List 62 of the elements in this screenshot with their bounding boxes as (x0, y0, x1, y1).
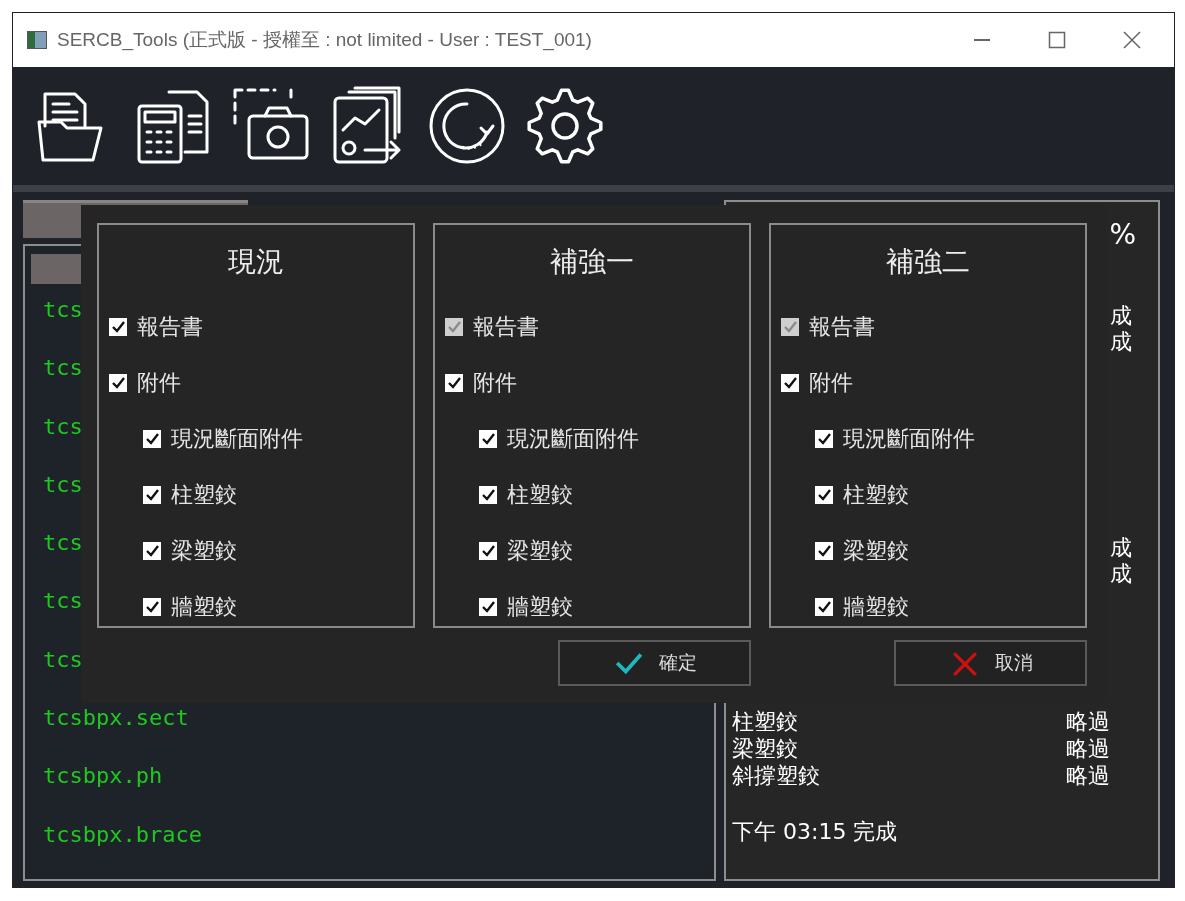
status-text: 略過 (1066, 762, 1110, 789)
log-label: 柱塑鉸 (732, 708, 798, 735)
checkbox-label: 柱塑鉸 (171, 481, 237, 509)
checkbox[interactable] (109, 374, 127, 392)
checkbox-label: 牆塑鉸 (171, 593, 237, 621)
status-text: 成 (1110, 329, 1132, 355)
checkbox-label: 牆塑鉸 (507, 593, 573, 621)
confirm-button[interactable]: 確定 (558, 640, 751, 686)
list-header (31, 254, 81, 284)
close-button[interactable] (1122, 30, 1142, 50)
group-title: 補強一 (549, 244, 635, 280)
checkbox-label: 梁塑鉸 (171, 537, 237, 565)
checkbox[interactable] (143, 598, 161, 616)
checkbox[interactable] (815, 430, 833, 448)
status-text: 成 (1110, 303, 1132, 329)
maximize-button[interactable] (1047, 30, 1067, 50)
checkbox[interactable] (815, 542, 833, 560)
checkbox-label: 柱塑鉸 (843, 481, 909, 509)
checkbox-label: 柱塑鉸 (507, 481, 573, 509)
settings-icon[interactable] (525, 86, 605, 166)
file-name[interactable]: tcsbpx.ph (43, 762, 714, 821)
log-label: 梁塑鉸 (732, 735, 798, 762)
group-title: 現況 (227, 244, 285, 280)
checkbox[interactable] (781, 374, 799, 392)
checkbox-label: 附件 (809, 369, 853, 397)
checkbox-label: 報告書 (137, 313, 203, 341)
app-icon (27, 31, 47, 49)
checkbox-label: 附件 (137, 369, 181, 397)
checkbox[interactable] (445, 374, 463, 392)
status-text: 略過 (1066, 708, 1110, 735)
checkbox-label: 梁塑鉸 (843, 537, 909, 565)
checkbox[interactable] (479, 486, 497, 504)
checkbox[interactable] (143, 542, 161, 560)
checkbox-label: 現況斷面附件 (171, 425, 303, 453)
status-text: 略過 (1066, 735, 1110, 762)
checkbox[interactable] (143, 430, 161, 448)
percent-label: % (1109, 218, 1136, 251)
checkbox-label: 現況斷面附件 (843, 425, 975, 453)
status-text: 成 (1110, 535, 1132, 561)
checkbox-label: 梁塑鉸 (507, 537, 573, 565)
checkbox[interactable] (479, 542, 497, 560)
checkbox[interactable] (815, 598, 833, 616)
completion-text: 下午 03:15 完成 (732, 818, 899, 846)
file-name[interactable]: tcsbpx.sect (43, 704, 714, 763)
checkbox-label: 報告書 (809, 313, 875, 341)
checkbox[interactable] (109, 318, 127, 336)
checkbox[interactable] (143, 486, 161, 504)
checkbox-label: 牆塑鉸 (843, 593, 909, 621)
file-name[interactable]: tcsbpx.brace (43, 820, 714, 879)
minimize-button[interactable] (972, 38, 992, 42)
refresh-icon[interactable] (427, 86, 507, 166)
checkbox[interactable] (479, 598, 497, 616)
checkbox[interactable] (479, 430, 497, 448)
checkbox-label: 附件 (473, 369, 517, 397)
checkbox-label: 報告書 (473, 313, 539, 341)
group-title: 補強二 (885, 244, 971, 280)
window-title: SERCB_Tools (正式版 - 授權至 : not limited - User : TEST_001) (57, 28, 593, 53)
log-label: 斜撐塑鉸 (732, 762, 820, 789)
cancel-button[interactable]: 取消 (894, 640, 1087, 686)
checkbox-label: 現況斷面附件 (507, 425, 639, 453)
checkbox[interactable] (815, 486, 833, 504)
status-text: 成 (1110, 561, 1132, 587)
